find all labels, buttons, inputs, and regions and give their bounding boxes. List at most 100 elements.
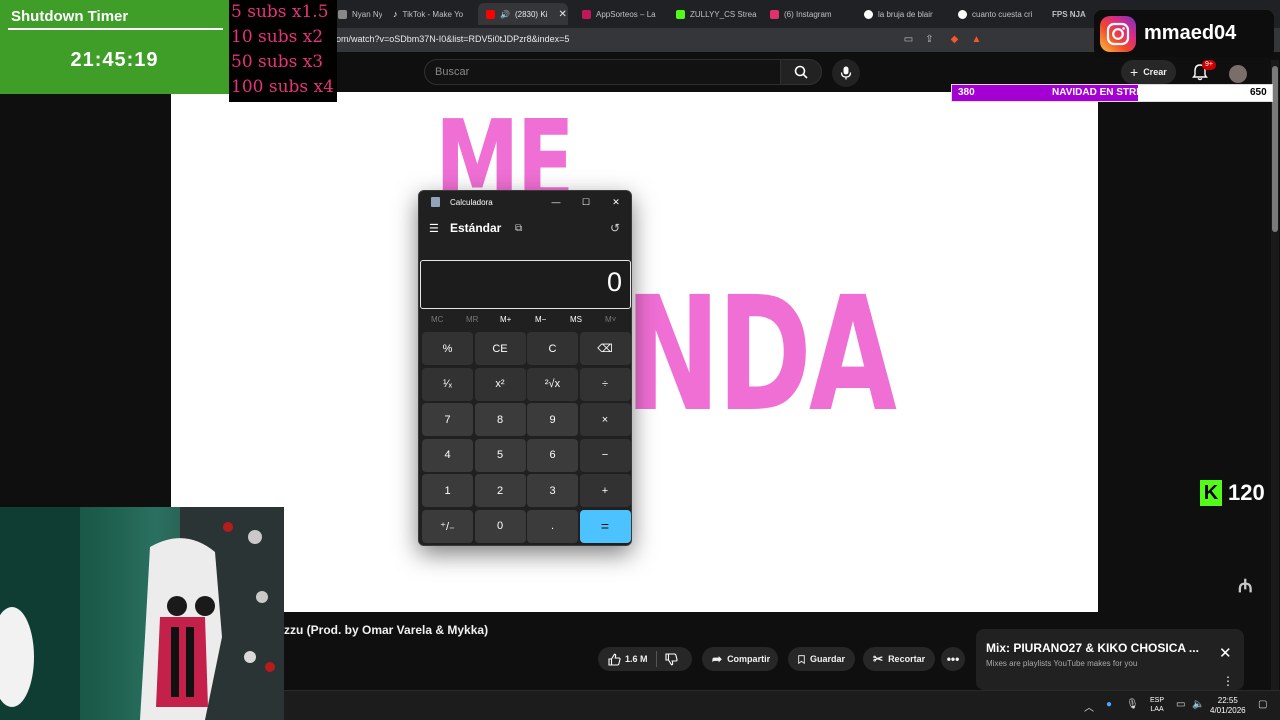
- close-tab-icon[interactable]: ✕: [558, 9, 566, 20]
- clock[interactable]: 22:55 4/01/2026: [1210, 696, 1246, 716]
- clear-entry-key[interactable]: CE: [474, 332, 526, 365]
- thumbs-down-icon[interactable]: [664, 652, 678, 666]
- notification-center-icon[interactable]: ▢: [1258, 699, 1267, 710]
- goal-progress-bar: 380 NAVIDAD EN STREAM 650: [951, 84, 1273, 102]
- scissors-icon: ✂: [873, 652, 884, 666]
- close-icon[interactable]: ✕: [609, 195, 623, 209]
- show-hidden-icons-chevron-icon[interactable]: ︿: [1084, 699, 1094, 714]
- cast-icon[interactable]: ▭: [902, 33, 915, 46]
- divide-key[interactable]: ÷: [579, 367, 631, 401]
- search-button[interactable]: [780, 59, 822, 85]
- key-1[interactable]: 1: [422, 474, 473, 507]
- like-dislike-group: 1.6 M: [598, 647, 692, 671]
- bookmark-icon: [798, 654, 805, 664]
- search-input[interactable]: [425, 60, 780, 84]
- minimize-icon[interactable]: —: [549, 195, 563, 209]
- tab-appsorteos[interactable]: AppSorteos – La: [574, 3, 664, 25]
- create-button[interactable]: + Crear: [1121, 60, 1176, 84]
- add-key[interactable]: +: [579, 474, 631, 507]
- network-icon[interactable]: ▭: [1176, 699, 1185, 710]
- key-5[interactable]: 5: [474, 438, 526, 472]
- hamburger-menu-icon[interactable]: ☰: [429, 222, 439, 235]
- key-6[interactable]: 6: [527, 438, 578, 472]
- instagram-icon: [770, 9, 779, 19]
- calculator-display: 0: [420, 260, 631, 309]
- tab-nyan[interactable]: Nyan Nyan: [330, 3, 382, 25]
- tab-google-cuanto[interactable]: cuanto cuesta cri: [950, 3, 1040, 25]
- webcam-scene: [0, 507, 284, 720]
- key-0[interactable]: 0: [474, 509, 526, 543]
- more-actions-button[interactable]: •••: [941, 647, 965, 671]
- like-button[interactable]: 1.6 M: [608, 653, 648, 666]
- square-root-key[interactable]: ²√x: [527, 367, 578, 401]
- keep-on-top-icon[interactable]: ⧉: [515, 223, 522, 234]
- subs-multiplier-overlay: 5 subs x1.5 10 subs x2 50 subs x3 100 su…: [229, 0, 337, 102]
- account-avatar[interactable]: [1229, 65, 1247, 83]
- share-button[interactable]: ➦ Compartir: [702, 647, 778, 671]
- video-lyric-bottom: NDA: [625, 263, 897, 447]
- tab-youtube-active[interactable]: 🔊 (2830) Ki ✕: [478, 3, 568, 25]
- memory-recall-button[interactable]: MR: [466, 315, 478, 324]
- microphone-tray-icon[interactable]: 🎙: [1126, 699, 1139, 710]
- url-text[interactable]: om/watch?v=oSDbm37N-I0&list=RDV5i0tJDPzr…: [336, 34, 569, 44]
- subs-line: 50 subs x3: [231, 52, 324, 72]
- calculator-titlebar[interactable]: Calculadora — ☐ ✕: [419, 191, 631, 213]
- volume-icon[interactable]: 🔈: [1192, 699, 1204, 710]
- shutdown-timer-overlay: Shutdown Timer 21:45:19: [0, 0, 229, 94]
- tab-instagram[interactable]: (6) Instagram: [762, 3, 852, 25]
- thumbs-up-icon: [608, 653, 621, 666]
- memory-clear-button[interactable]: MC: [431, 315, 443, 324]
- history-icon[interactable]: ↺: [610, 221, 620, 235]
- plus-icon: +: [1130, 64, 1139, 80]
- key-2[interactable]: 2: [474, 474, 526, 507]
- clear-key[interactable]: C: [527, 332, 578, 365]
- tiktok-icon: ♪: [393, 9, 398, 19]
- memory-add-button[interactable]: M+: [500, 315, 511, 324]
- decimal-key[interactable]: .: [527, 509, 578, 543]
- subtract-key[interactable]: −: [579, 438, 631, 472]
- key-7[interactable]: 7: [422, 403, 473, 436]
- tab-tiktok[interactable]: ♪ TikTok - Make Yo: [385, 3, 475, 25]
- pill-divider: [655, 651, 657, 667]
- reciprocal-key[interactable]: ¹⁄ₓ: [422, 367, 473, 401]
- key-8[interactable]: 8: [474, 403, 526, 436]
- clip-button[interactable]: ✂ Recortar: [863, 647, 935, 671]
- equals-key[interactable]: =: [579, 509, 631, 543]
- key-4[interactable]: 4: [422, 438, 473, 472]
- share-icon[interactable]: ⇪: [923, 33, 936, 46]
- playlist-card[interactable]: Mix: PIURANO27 & KIKO CHOSICA ... Mixes …: [976, 629, 1244, 690]
- multiply-key[interactable]: ×: [579, 403, 631, 436]
- windows-taskbar: ︿ ● 🎙 ESP LAA ▭ 🔈 22:55 4/01/2026 ▢: [284, 690, 1280, 720]
- more-horizontal-icon: •••: [946, 652, 960, 666]
- maximize-icon[interactable]: ☐: [579, 195, 593, 209]
- share-arrow-icon: ➦: [712, 652, 723, 666]
- key-3[interactable]: 3: [527, 474, 578, 507]
- input-language[interactable]: ESP LAA: [1150, 696, 1164, 714]
- tab-google-bruja[interactable]: la bruja de blair: [856, 3, 946, 25]
- instagram-handle: mmaed04: [1144, 22, 1237, 44]
- save-button[interactable]: Guardar: [788, 647, 855, 671]
- kick-count: 120: [1228, 480, 1265, 505]
- key-9[interactable]: 9: [527, 403, 578, 436]
- tab-kick[interactable]: ZULLYY_CS Strea: [668, 3, 758, 25]
- tab-fps[interactable]: FPS NJA: [1044, 3, 1094, 25]
- percent-key[interactable]: %: [422, 332, 473, 365]
- square-key[interactable]: x²: [474, 367, 526, 401]
- memory-store-button[interactable]: MS: [570, 315, 582, 324]
- voice-search-button[interactable]: [832, 59, 860, 87]
- negate-key[interactable]: ⁺/₋: [422, 509, 473, 543]
- google-icon: [864, 9, 873, 19]
- playlist-menu-icon[interactable]: ⋮: [1222, 674, 1234, 688]
- subs-line: 100 subs x4: [231, 77, 334, 97]
- google-icon: [958, 9, 967, 19]
- search-box: [424, 59, 781, 85]
- tray-app-icon[interactable]: ●: [1106, 699, 1112, 710]
- brave-rewards-icon[interactable]: ▲: [970, 33, 983, 46]
- close-playlist-icon[interactable]: ✕: [1219, 644, 1232, 662]
- brave-shield-icon[interactable]: ◆: [948, 33, 961, 46]
- video-player[interactable]: ME NDA: [171, 92, 1098, 612]
- webcam-feed: [0, 507, 284, 720]
- backspace-key[interactable]: ⌫: [579, 332, 631, 365]
- memory-subtract-button[interactable]: M−: [535, 315, 546, 324]
- memory-list-button[interactable]: M˅: [605, 315, 616, 324]
